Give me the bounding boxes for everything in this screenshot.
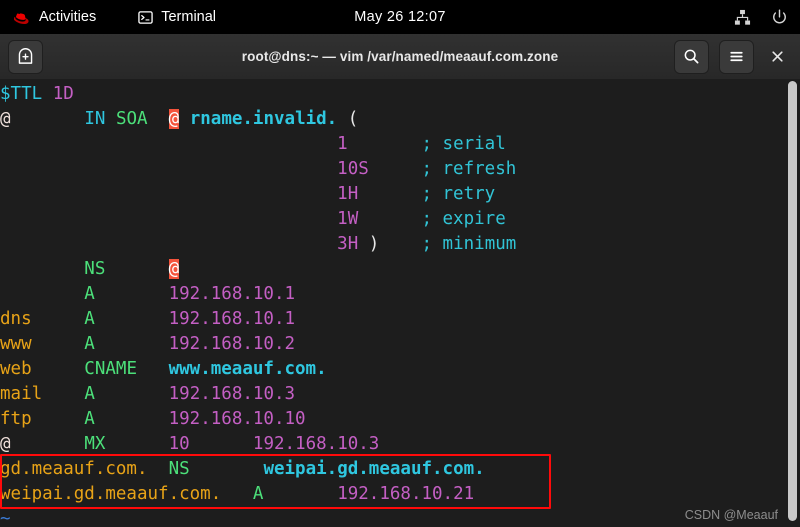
zone-line: weipai.gd.meaauf.com. A 192.168.10.21 [0,482,516,507]
zone-line: @ IN SOA @ rname.invalid. ( [0,107,516,132]
gnome-top-bar: Activities Terminal May 26 12:07 [0,0,800,34]
vim-empty-line-marker: ~ [0,507,516,527]
zone-line: @ MX 10 192.168.10.3 [0,432,516,457]
new-tab-icon [17,48,34,65]
zone-line: 10S ; refresh [0,157,516,182]
zone-line: web CNAME www.meaauf.com. [0,357,516,382]
clock-label[interactable]: May 26 12:07 [354,9,445,25]
terminal-app-menu[interactable]: Terminal [138,9,216,25]
terminal-scrollbar[interactable] [788,81,797,521]
zone-line: A 192.168.10.1 [0,282,516,307]
zone-line: www A 192.168.10.2 [0,332,516,357]
zone-line: 1W ; expire [0,207,516,232]
close-icon [770,49,785,64]
menu-button[interactable] [719,40,754,74]
zone-line: 3H ) ; minimum [0,232,516,257]
terminal-text-area[interactable]: $TTL 1D@ IN SOA @ rname.invalid. ( 1 ; s… [0,79,800,527]
hamburger-menu-icon [728,48,745,65]
terminal-window: root@dns:~ — vim /var/named/meaauf.com.z… [0,34,800,527]
zone-line: 1H ; retry [0,182,516,207]
system-status-area [734,9,788,26]
network-icon[interactable] [734,9,751,26]
desktop-screen: Activities Terminal May 26 12:07 [0,0,800,527]
zone-line: ftp A 192.168.10.10 [0,407,516,432]
activities-button[interactable]: Activities [14,9,96,25]
terminal-app-label: Terminal [161,9,216,25]
zone-line: NS @ [0,257,516,282]
search-icon [683,48,700,65]
search-button[interactable] [674,40,709,74]
zone-line: 1 ; serial [0,132,516,157]
terminal-icon [138,10,153,25]
zone-file-content: $TTL 1D@ IN SOA @ rname.invalid. ( 1 ; s… [0,82,516,527]
watermark: CSDN @Meaauf [685,508,778,522]
activities-label: Activities [39,9,96,25]
title-bar-actions [674,40,790,74]
zone-line: dns A 192.168.10.1 [0,307,516,332]
power-icon[interactable] [771,9,788,26]
close-button[interactable] [764,43,790,71]
new-tab-button[interactable] [8,40,43,74]
zone-line: gd.meaauf.com. NS weipai.gd.meaauf.com. [0,457,516,482]
terminal-title-bar: root@dns:~ — vim /var/named/meaauf.com.z… [0,34,800,80]
zone-line: mail A 192.168.10.3 [0,382,516,407]
zone-line: $TTL 1D [0,82,516,107]
clock: May 26 12:07 [0,9,800,25]
redhat-logo-icon [14,10,31,25]
